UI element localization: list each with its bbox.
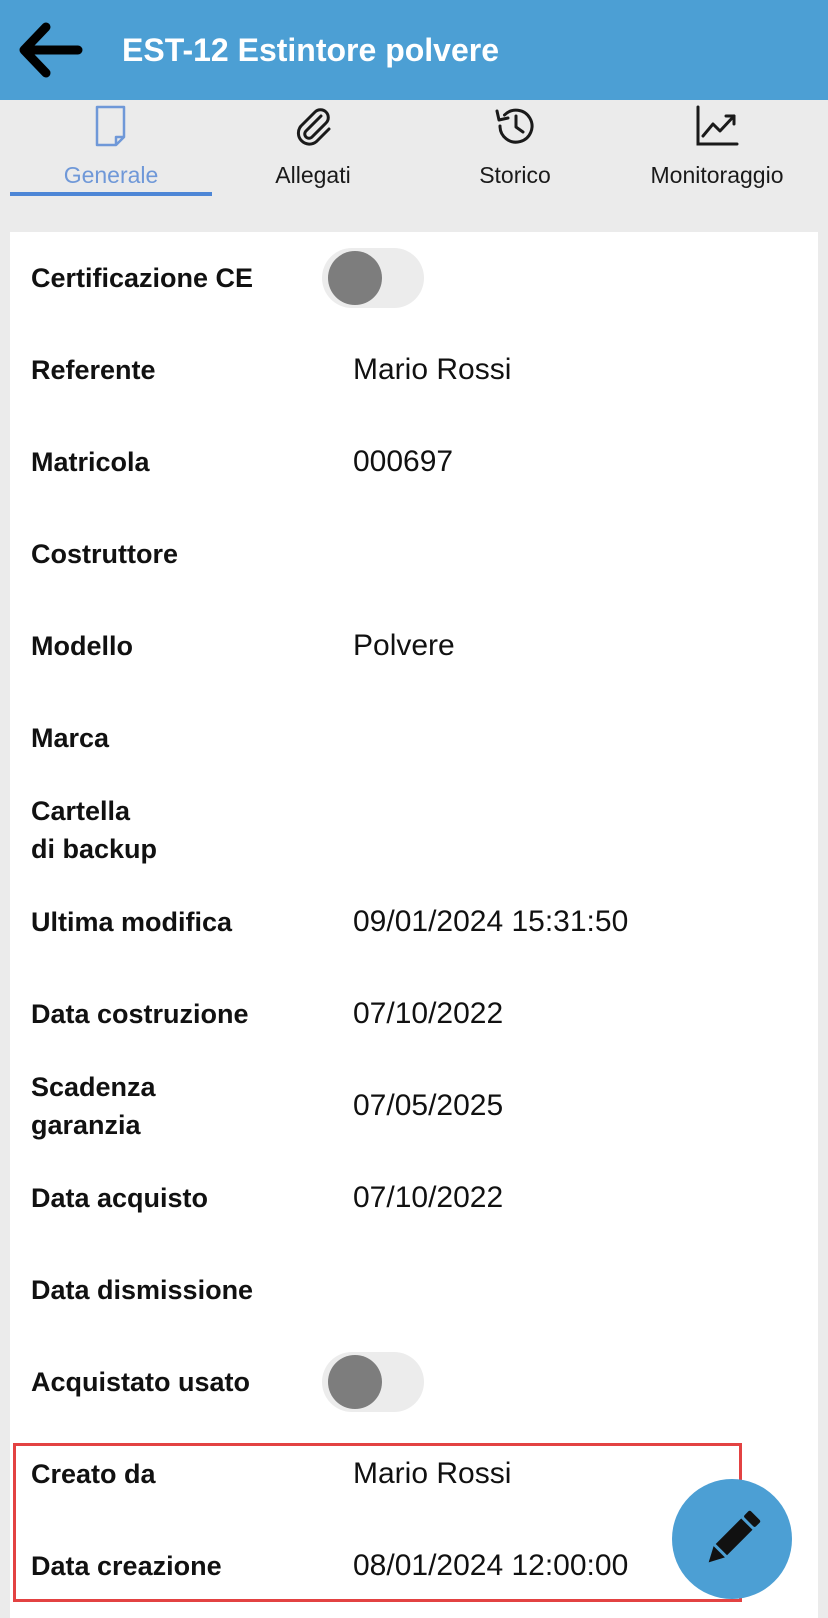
field-label: Referente bbox=[31, 355, 156, 385]
field-label: Cartella di backup bbox=[31, 796, 158, 864]
field-label: Creato da bbox=[31, 1459, 156, 1489]
field-value: 09/01/2024 15:31:50 bbox=[353, 905, 629, 938]
field-label: Ultima modifica bbox=[31, 907, 233, 937]
tab-allegati[interactable]: Allegati bbox=[212, 100, 414, 196]
field-label: Scadenza garanzia bbox=[31, 1072, 156, 1140]
field-label: Certificazione CE bbox=[31, 263, 254, 293]
field-label: Data acquisto bbox=[31, 1183, 209, 1213]
row-referente: Referente Mario Rossi bbox=[10, 324, 818, 416]
row-data-dismissione: Data dismissione bbox=[10, 1244, 818, 1336]
field-label: Data creazione bbox=[31, 1551, 222, 1581]
details-card: Certificazione CE Referente Mario Rossi … bbox=[10, 232, 818, 1618]
field-label: Marca bbox=[31, 723, 110, 753]
active-tab-indicator bbox=[10, 192, 212, 196]
row-cartella-backup: Cartella di backup bbox=[10, 784, 818, 876]
field-label: Data dismissione bbox=[31, 1275, 254, 1305]
tab-generale[interactable]: Generale bbox=[10, 100, 212, 196]
field-value: Mario Rossi bbox=[353, 1457, 512, 1490]
tab-storico[interactable]: Storico bbox=[414, 100, 616, 196]
row-matricola: Matricola 000697 bbox=[10, 416, 818, 508]
field-value: 08/01/2024 12:00:00 bbox=[353, 1549, 629, 1582]
row-scadenza-garanzia: Scadenza garanzia 07/05/2025 bbox=[10, 1060, 818, 1152]
toggle-knob bbox=[328, 251, 382, 305]
document-icon bbox=[95, 105, 126, 147]
row-data-costruzione: Data costruzione 07/10/2022 bbox=[10, 968, 818, 1060]
back-button[interactable] bbox=[12, 14, 88, 86]
field-value: Mario Rossi bbox=[353, 353, 512, 386]
row-acquistato-usato: Acquistato usato bbox=[10, 1336, 818, 1428]
field-label: Data costruzione bbox=[31, 999, 249, 1029]
tab-bar: Generale Allegati Storico Monitoraggio bbox=[0, 100, 828, 196]
arrow-left-icon bbox=[19, 22, 83, 78]
field-label: Costruttore bbox=[31, 539, 178, 569]
pencil-icon bbox=[708, 1510, 761, 1563]
tab-label: Generale bbox=[63, 162, 159, 188]
row-ultima-modifica: Ultima modifica 09/01/2024 15:31:50 bbox=[10, 876, 818, 968]
field-value: 07/10/2022 bbox=[353, 997, 504, 1030]
paperclip-icon bbox=[296, 108, 331, 146]
history-icon bbox=[495, 108, 534, 144]
field-label: Matricola bbox=[31, 447, 150, 477]
tab-label: Storico bbox=[479, 162, 551, 188]
tab-monitoraggio[interactable]: Monitoraggio bbox=[616, 100, 818, 196]
toggle-knob bbox=[328, 1355, 382, 1409]
page-title: EST-12 Estintore polvere bbox=[122, 32, 500, 68]
edit-button[interactable] bbox=[672, 1479, 792, 1599]
tab-label: Allegati bbox=[275, 162, 351, 188]
tab-label: Monitoraggio bbox=[650, 162, 784, 188]
row-modello: Modello Polvere bbox=[10, 600, 818, 692]
field-label: Acquistato usato bbox=[31, 1367, 251, 1397]
field-value: Polvere bbox=[353, 629, 455, 662]
certificazione-ce-toggle[interactable] bbox=[322, 248, 424, 308]
field-value: 07/10/2022 bbox=[353, 1181, 504, 1214]
app-bar: EST-12 Estintore polvere bbox=[0, 0, 828, 100]
field-value: 07/05/2025 bbox=[353, 1089, 504, 1122]
chart-line-icon bbox=[696, 105, 739, 146]
field-label: Modello bbox=[31, 631, 133, 661]
row-certificazione-ce: Certificazione CE bbox=[10, 232, 818, 324]
row-marca: Marca bbox=[10, 692, 818, 784]
acquistato-usato-toggle[interactable] bbox=[322, 1352, 424, 1412]
field-value: 000697 bbox=[353, 445, 454, 478]
row-data-acquisto: Data acquisto 07/10/2022 bbox=[10, 1152, 818, 1244]
row-costruttore: Costruttore bbox=[10, 508, 818, 600]
